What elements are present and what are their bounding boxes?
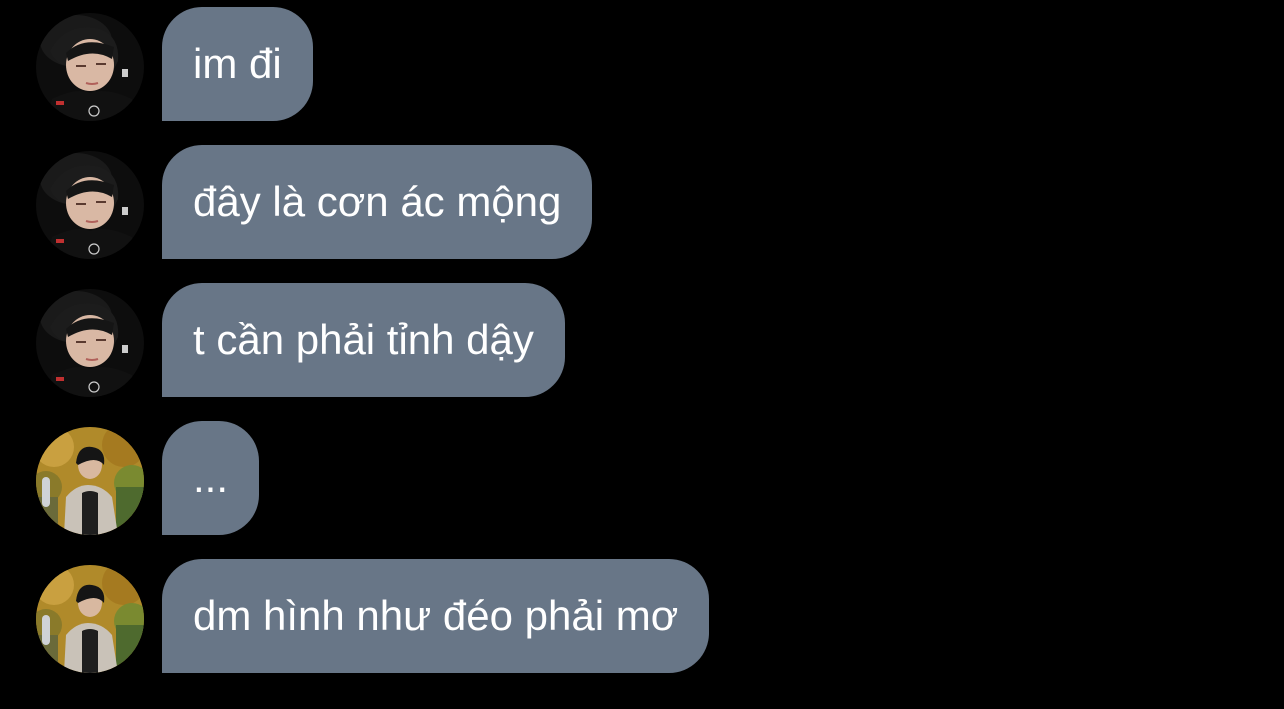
avatar-user-a[interactable]	[36, 289, 144, 397]
avatar-user-b[interactable]	[36, 565, 144, 673]
message-row: t cần phải tỉnh dậy	[0, 283, 1284, 399]
message-row: đây là cơn ác mộng	[0, 145, 1284, 261]
avatar-user-a[interactable]	[36, 151, 144, 259]
person-portrait-icon	[36, 151, 144, 259]
message-row: dm hình như đéo phải mơ	[0, 559, 1284, 675]
chat-thread: im đi đây là cơn ác mộng t cần phải tỉnh…	[0, 0, 1284, 709]
person-portrait-icon	[36, 289, 144, 397]
message-row: ...	[0, 421, 1284, 537]
avatar-user-b[interactable]	[36, 427, 144, 535]
message-bubble[interactable]: im đi	[162, 7, 313, 121]
message-bubble[interactable]: đây là cơn ác mộng	[162, 145, 593, 259]
message-row: im đi	[0, 7, 1284, 123]
person-outdoor-icon	[36, 427, 144, 535]
person-outdoor-icon	[36, 565, 144, 673]
message-bubble[interactable]: dm hình như đéo phải mơ	[162, 559, 710, 673]
person-portrait-icon	[36, 13, 144, 121]
avatar-user-a[interactable]	[36, 13, 144, 121]
message-bubble[interactable]: ...	[162, 421, 260, 535]
message-bubble[interactable]: t cần phải tỉnh dậy	[162, 283, 565, 397]
